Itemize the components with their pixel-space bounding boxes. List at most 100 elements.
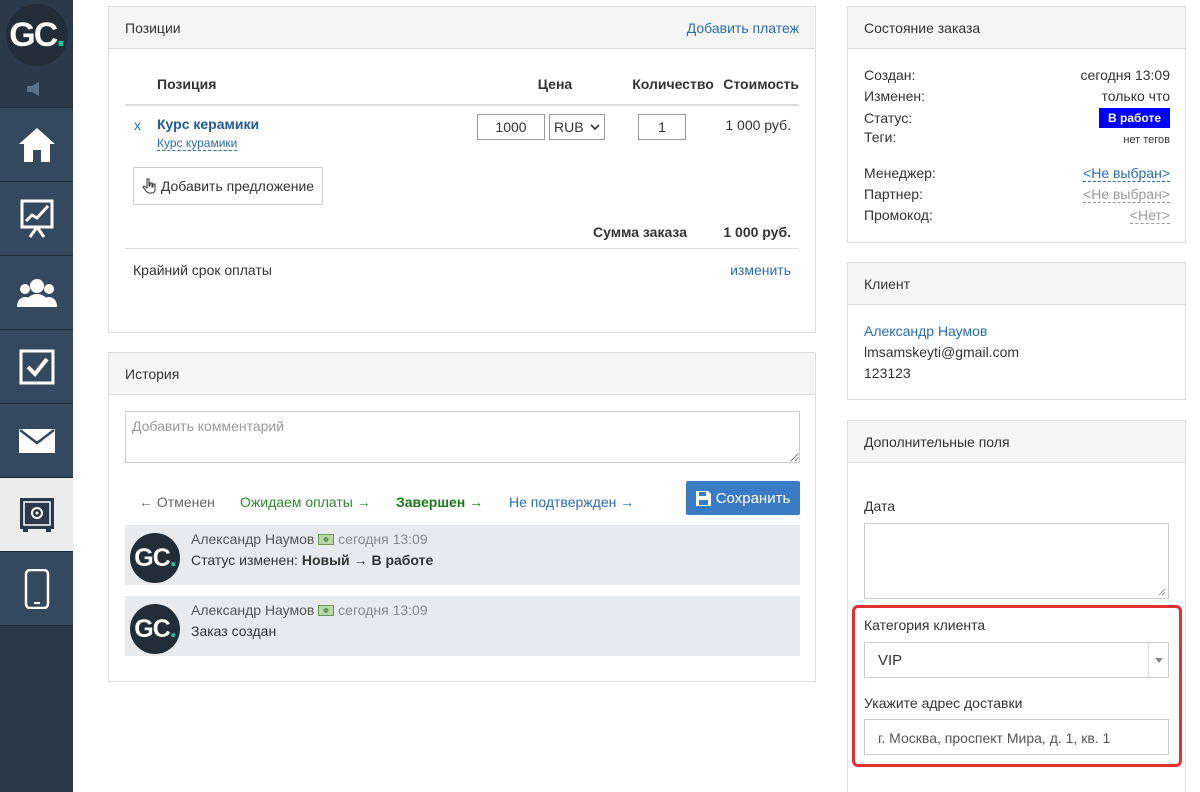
date-field[interactable]: [864, 523, 1169, 599]
sidebar-item-home[interactable]: [0, 108, 73, 182]
address-input[interactable]: г. Москва, проспект Мира, д. 1, кв. 1: [864, 719, 1169, 755]
price-input[interactable]: 1000: [477, 114, 545, 140]
extra-fields-panel: Дополнительные поля Дата Категория клиен…: [847, 420, 1186, 792]
order-state-panel: Состояние заказа Создан: сегодня 13:09 Из…: [847, 6, 1186, 243]
positions-header: Позиции Добавить платеж: [109, 7, 815, 49]
remove-position-button[interactable]: x: [134, 117, 141, 133]
partner-select-link[interactable]: <Не выбран>: [1083, 186, 1170, 203]
category-label: Категория клиента: [864, 617, 986, 633]
chart-board-icon: [20, 199, 53, 238]
category-select[interactable]: VIP: [864, 642, 1169, 678]
sidebar-item-mobile[interactable]: [0, 552, 73, 626]
history-text: Статус изменен: Новый → В работе: [191, 552, 433, 568]
status-awaiting-payment-link[interactable]: Ожидаем оплаты →: [240, 494, 371, 510]
floppy-icon: [695, 490, 711, 506]
extra-fields-header: Дополнительные поля: [848, 421, 1185, 463]
save-label: Сохранить: [715, 489, 791, 507]
logo[interactable]: GC.: [0, 0, 73, 70]
logo-mark: GC.: [5, 4, 68, 66]
quantity-input[interactable]: 1: [638, 114, 686, 140]
hand-pointer-icon: [142, 178, 156, 194]
money-icon: [318, 534, 335, 545]
client-header: Клиент: [848, 263, 1185, 305]
tags-row: Теги: нет тегов: [864, 129, 1170, 146]
sidebar-item-announcements[interactable]: [0, 70, 73, 108]
history-text: Заказ создан: [191, 623, 277, 639]
position-offer-link[interactable]: Курс курамики: [157, 136, 238, 151]
manager-row: Менеджер: <Не выбран>: [864, 165, 1170, 182]
tags-value[interactable]: нет тегов: [1123, 129, 1170, 146]
add-payment-link[interactable]: Добавить платеж: [687, 20, 799, 36]
sidebar-item-sales[interactable]: [0, 478, 73, 552]
currency-select[interactable]: RUB: [549, 114, 605, 140]
history-title: История: [125, 365, 180, 382]
resize-handle-icon: [1158, 588, 1166, 596]
history-panel: История ← Отменен Ожидаем оплаты → Завер…: [108, 352, 816, 682]
money-icon: [318, 605, 335, 616]
sidebar-item-users[interactable]: [0, 256, 73, 330]
promo-select-link[interactable]: <Нет>: [1129, 207, 1170, 224]
safe-icon: [19, 497, 54, 532]
created-row: Создан: сегодня 13:09: [864, 67, 1170, 83]
positions-table: Позиция Цена Количество Стоимость: [125, 73, 799, 106]
caret-down-icon: [1154, 657, 1163, 663]
order-state-title: Состояние заказа: [864, 19, 981, 36]
total-value: 1 000 руб.: [723, 224, 791, 240]
positions-panel: Позиции Добавить платеж Позиция Цена Кол…: [108, 6, 816, 333]
client-phone: 123123: [864, 365, 911, 381]
client-email: lmsamskeyti@gmail.com: [864, 344, 1020, 360]
history-entry: GC. Александр Наумов сегодня 13:09 Стату…: [125, 525, 800, 585]
currency-value: RUB: [554, 119, 584, 135]
history-author: Александр Наумов: [191, 531, 315, 547]
history-meta: Александр Наумов сегодня 13:09: [191, 531, 428, 547]
history-time: сегодня 13:09: [338, 602, 428, 618]
history-prefix: Статус изменен:: [191, 552, 298, 568]
status-unconfirmed-link[interactable]: Не подтвержден →: [509, 494, 634, 510]
history-meta: Александр Наумов сегодня 13:09: [191, 602, 428, 618]
client-panel: Клиент Александр Наумов lmsamskeyti@gmai…: [847, 262, 1186, 400]
sidebar: GC.: [0, 0, 73, 792]
manager-select-link[interactable]: <Не выбран>: [1083, 165, 1170, 182]
history-author: Александр Наумов: [191, 602, 315, 618]
home-icon: [18, 127, 55, 162]
comment-input[interactable]: [125, 411, 800, 463]
status-cancelled-link[interactable]: ← Отменен: [139, 494, 215, 510]
status-row: Статус: В работе: [864, 108, 1170, 128]
promo-row: Промокод: <Нет>: [864, 207, 1170, 224]
date-label: Дата: [864, 498, 896, 514]
status-completed-link[interactable]: Завершен →: [396, 494, 483, 510]
history-time: сегодня 13:09: [338, 531, 428, 547]
position-cost: 1 000 руб.: [725, 117, 791, 133]
client-title: Клиент: [864, 275, 911, 292]
sidebar-item-analytics[interactable]: [0, 182, 73, 256]
sidebar-item-tasks[interactable]: [0, 330, 73, 404]
client-name-link[interactable]: Александр Наумов: [864, 323, 987, 339]
history-header: История: [109, 353, 815, 395]
extra-fields-title: Дополнительные поля: [864, 433, 1010, 450]
position-name-link[interactable]: Курс керамики: [157, 116, 259, 132]
changed-row: Изменен: только что: [864, 88, 1170, 104]
speaker-icon: [26, 81, 39, 96]
col-position: Позиция: [157, 73, 485, 106]
category-value: VIP: [878, 652, 903, 669]
save-button[interactable]: Сохранить: [686, 481, 800, 515]
avatar: GC.: [130, 533, 180, 583]
deadline-change-link[interactable]: изменить: [730, 262, 791, 278]
history-entry: GC. Александр Наумов сегодня 13:09 Заказ…: [125, 596, 800, 656]
avatar: GC.: [130, 604, 180, 654]
users-icon: [16, 278, 57, 307]
envelope-icon: [18, 428, 55, 453]
partner-row: Партнер: <Не выбран>: [864, 186, 1170, 203]
address-value: г. Москва, проспект Мира, д. 1, кв. 1: [878, 730, 1111, 746]
total-label: Сумма заказа: [592, 224, 687, 240]
add-offer-button[interactable]: Добавить предложение: [133, 167, 323, 205]
checkbox-icon: [19, 349, 54, 384]
col-quantity: Количество: [625, 73, 721, 106]
status-badge[interactable]: В работе: [1099, 108, 1170, 128]
col-price: Цена: [485, 73, 625, 106]
sidebar-item-mail[interactable]: [0, 404, 73, 478]
category-dropdown-toggle[interactable]: [1148, 643, 1168, 677]
deadline-label: Крайний срок оплаты: [133, 262, 272, 278]
history-status-change: Новый → В работе: [301, 552, 434, 568]
col-cost: Стоимость: [721, 73, 799, 106]
